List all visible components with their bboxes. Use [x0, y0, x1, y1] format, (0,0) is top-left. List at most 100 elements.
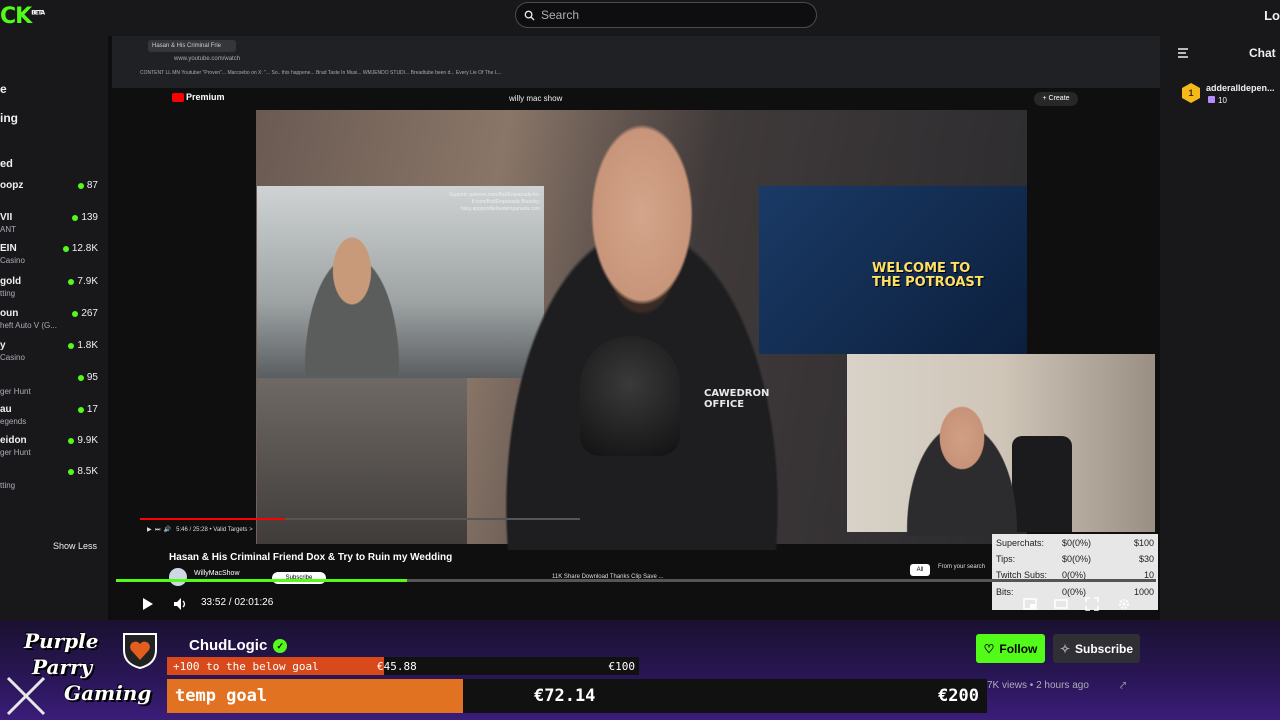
viewer-count: 95: [77, 372, 98, 383]
shirt-text: CAWEDRON OFFICE: [704, 388, 770, 410]
sidebar-channel[interactable]: y Casino 1.8K: [0, 340, 100, 370]
youtube-search: willy mac show: [509, 94, 563, 103]
goal-temp-amount: €72.14: [534, 686, 596, 706]
sidebar-channel[interactable]: gold tting 7.9K: [0, 276, 100, 306]
share-icon[interactable]: ⤤: [1120, 680, 1126, 693]
channel-category: Casino: [0, 256, 25, 265]
goal-temp-text: temp goal: [175, 686, 268, 706]
show-less-button[interactable]: Show Less: [53, 541, 97, 551]
viewer-count: 17: [77, 404, 98, 415]
star-icon: ✧: [1059, 641, 1071, 656]
gifter-badge-icon: 1: [1182, 83, 1200, 103]
channel-name: au: [0, 404, 12, 415]
chat-panel: Chat 1 adderalldepen... 10: [1160, 36, 1280, 620]
live-dot-icon: [68, 342, 75, 349]
browser-tab: Hasan & His Criminal Frie: [148, 40, 236, 52]
search-input[interactable]: Search: [515, 2, 817, 28]
channel-category: heft Auto V (G...: [0, 321, 57, 330]
chat-title: Chat: [1249, 46, 1276, 60]
channel-name: VII: [0, 212, 13, 223]
goal-small-amount: €45.88: [377, 660, 417, 673]
fullscreen-icon[interactable]: [1085, 597, 1099, 611]
youtube-channel-name: WillyMacShow: [194, 570, 240, 577]
live-dot-icon: [77, 406, 84, 413]
chat-username[interactable]: adderalldepen...: [1206, 83, 1275, 93]
viewer-count: 87: [77, 180, 98, 191]
video-player[interactable]: Hasan & His Criminal Frie www.youtube.co…: [112, 36, 1160, 620]
live-dot-icon: [77, 374, 84, 381]
channel-name: EIN: [0, 243, 17, 254]
collapse-chat-icon[interactable]: [1178, 48, 1190, 58]
kick-player-controls: 33:52 / 02:01:26: [112, 592, 1160, 616]
follow-button[interactable]: ♡ Follow: [976, 634, 1045, 663]
youtube-create-button: + Create: [1034, 92, 1078, 106]
chat-gift-count: 10: [1208, 96, 1227, 105]
kick-progress-bar[interactable]: [116, 579, 1156, 582]
shield-heart-icon: [123, 633, 157, 670]
live-dot-icon: [68, 468, 75, 475]
sidebar-heading-2[interactable]: ing: [0, 111, 18, 125]
live-dot-icon: [72, 310, 79, 317]
live-dot-icon: [62, 245, 69, 252]
channel-category: ger Hunt: [0, 448, 31, 457]
login-button[interactable]: Lo: [1264, 8, 1280, 23]
goal-temp-target: €200: [938, 686, 979, 706]
kick-time: 33:52 / 02:01:26: [201, 597, 274, 608]
youtube-progress-bar: [140, 518, 580, 520]
streamer-person: [892, 396, 1032, 536]
heart-icon: ♡: [983, 641, 995, 656]
gift-icon: [1208, 96, 1215, 103]
youtube-controls: ▶ ⏭ 🔊 5:46 / 25:28 • Valid Targets >: [147, 527, 253, 533]
sidebar: e ing ed oopz 87 VII ANT 139 EIN Casino 12.8K…: [0, 36, 108, 620]
poster-text: WELCOME TO THE POTROAST: [872, 261, 984, 290]
sidebar-channel[interactable]: oun heft Auto V (G... 267: [0, 308, 100, 338]
sidebar-channel[interactable]: eidon ger Hunt 9.9K: [0, 435, 100, 465]
youtube-video-title: Hasan & His Criminal Friend Dox & Try to…: [169, 552, 453, 563]
settings-gear-icon[interactable]: [1117, 597, 1131, 611]
subscribe-button[interactable]: ✧ Subscribe: [1053, 634, 1140, 663]
top-bar: CKBETA Search Lo: [0, 0, 1280, 36]
sidebar-channel[interactable]: au egends 17: [0, 404, 100, 434]
goal-bar-temp: temp goal €72.14 €200: [167, 679, 987, 713]
channel-category: ANT: [0, 225, 16, 234]
channel-category: Casino: [0, 353, 25, 362]
search-icon: [524, 10, 535, 21]
youtube-chip-all: All: [910, 564, 930, 576]
main-speaker: [452, 120, 832, 550]
youtube-subscribe-button: Subscribe: [272, 572, 326, 584]
live-dot-icon: [77, 182, 84, 189]
crossed-swords-icon: [6, 676, 46, 716]
channel-category: tting: [0, 289, 16, 298]
support-text: Support: patreon.com/BadEmpanada ko-fi.c…: [449, 192, 540, 212]
sidebar-channel[interactable]: ger Hunt 95: [0, 372, 100, 402]
channel-name: oun: [0, 308, 19, 319]
browser-url: www.youtube.com/watch: [174, 56, 241, 62]
viewer-count: 139: [72, 212, 98, 223]
stream-meta: 7K views • 2 hours ago: [987, 680, 1089, 691]
theater-mode-icon[interactable]: [1054, 597, 1068, 611]
picture-in-picture-icon[interactable]: [1023, 597, 1037, 611]
youtube-header: Premium willy mac show + Create: [134, 88, 1160, 110]
sidebar-heading-3: ed: [0, 158, 13, 170]
live-dot-icon: [72, 214, 79, 221]
sidebar-channel[interactable]: EIN Casino 12.8K: [0, 243, 100, 273]
goal-bar-small: +100 to the below goal €45.88 €100: [167, 657, 639, 675]
youtube-logo: Premium: [172, 92, 225, 103]
sidebar-channel[interactable]: tting 8.5K: [0, 466, 100, 496]
kick-logo[interactable]: CKBETA: [0, 4, 45, 29]
channel-name[interactable]: ChudLogic ✓: [189, 637, 288, 654]
purple-parry-gaming-logo: Purple Parry Gaming: [4, 624, 166, 720]
play-icon[interactable]: [143, 598, 153, 610]
sidebar-channel[interactable]: VII ANT 139: [0, 212, 100, 242]
viewer-count: 9.9K: [68, 435, 98, 446]
channel-name: gold: [0, 276, 22, 287]
channel-name: eidon: [0, 435, 27, 446]
verified-badge-icon: ✓: [273, 638, 288, 653]
sidebar-heading-1: e: [0, 82, 7, 96]
channel-name: oopz: [0, 180, 24, 191]
viewer-count: 8.5K: [68, 466, 98, 477]
channel-category: ger Hunt: [0, 387, 31, 396]
volume-icon[interactable]: [173, 597, 187, 611]
guest-person: [292, 226, 412, 376]
sidebar-channel[interactable]: oopz 87: [0, 180, 100, 210]
